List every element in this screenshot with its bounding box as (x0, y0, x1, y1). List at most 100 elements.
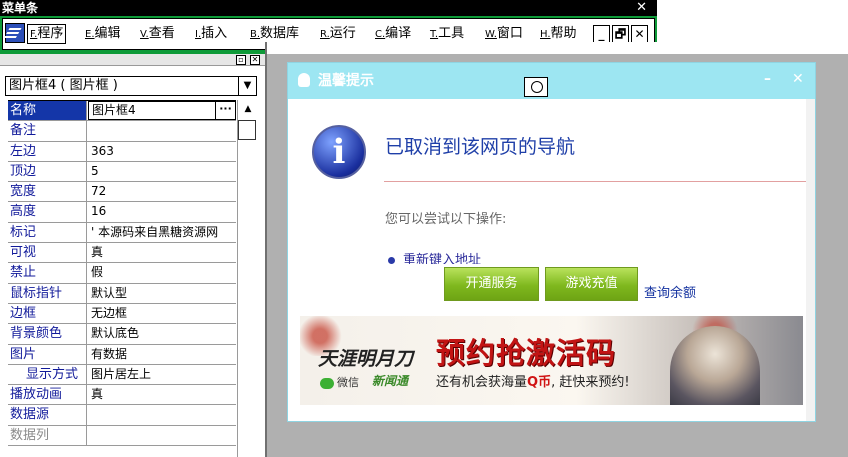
property-value[interactable]: 363 (88, 142, 236, 161)
menu-edit[interactable]: E.编辑 (83, 24, 123, 44)
property-row-visible[interactable]: 可视 真 (8, 243, 236, 264)
game-recharge-button[interactable]: 游戏充值 (545, 267, 638, 301)
info-icon: i (312, 125, 366, 179)
property-name: 宽度 (8, 182, 87, 202)
property-value[interactable]: ' 本源码来自黑糖资源网 (88, 223, 236, 242)
game-logo: 天涯明月刀 (318, 348, 414, 370)
property-value[interactable]: 有数据 (88, 345, 236, 364)
property-row-display-mode[interactable]: 显示方式 图片居左上 (8, 364, 236, 386)
tip-dialog: 温馨提示 – ✕ i 已取消到该网页的导航 您可以尝试以下操作: 重新键入地址 … (287, 62, 816, 422)
property-value[interactable]: 真 (88, 385, 236, 404)
property-row-remark[interactable]: 备注 (8, 121, 236, 142)
property-value[interactable]: 5 (88, 162, 236, 181)
menu-insert[interactable]: I.插入 (193, 24, 229, 44)
query-balance-link[interactable]: 查询余额 (644, 285, 696, 303)
alarm-clock-icon (524, 77, 548, 97)
property-row-top[interactable]: 顶边 5 (8, 161, 236, 183)
property-name: 显示方式 (8, 364, 87, 385)
dialog-titlebar[interactable]: 温馨提示 – ✕ (288, 63, 815, 99)
property-name: 标记 (8, 222, 87, 243)
wechat-icon (320, 377, 334, 389)
object-selector[interactable]: 图片框4 ( 图片框 ) ▼ (5, 76, 257, 96)
property-scrollbar[interactable]: ▲ (237, 100, 257, 457)
property-name: 图片 (8, 344, 87, 364)
open-service-button[interactable]: 开通服务 (444, 267, 539, 301)
property-row-name[interactable]: 名称 图片框4 ··· (8, 101, 236, 122)
bullet-icon (388, 257, 395, 264)
app-menu-icon[interactable] (5, 23, 25, 43)
property-name: 名称 (8, 101, 87, 121)
property-grid: 名称 图片框4 ··· 备注 左边 363 顶边 5 宽度 72 高度 16 标… (8, 100, 236, 447)
property-row-picture[interactable]: 图片 有数据 (8, 344, 236, 365)
pin-icon[interactable]: ▫ (236, 55, 246, 65)
try-actions-text: 您可以尝试以下操作: (385, 212, 507, 227)
property-value[interactable]: 72 (88, 182, 236, 201)
banner-subline: 还有机会获海量Q币, 赶快来预约! (436, 375, 630, 390)
navigation-cancelled-heading: 已取消到该网页的导航 (385, 136, 576, 158)
property-row-left[interactable]: 左边 363 (8, 141, 236, 162)
property-name: 备注 (8, 121, 87, 141)
property-row-height[interactable]: 高度 16 (8, 202, 236, 223)
property-value[interactable] (88, 426, 236, 445)
property-row-bgcolor[interactable]: 背景颜色 默认底色 (8, 324, 236, 345)
property-name: 高度 (8, 202, 87, 222)
menu-compile[interactable]: C.编译 (373, 24, 413, 44)
panel-close-icon[interactable]: ✕ (250, 55, 260, 65)
property-value[interactable]: 图片居左上 (88, 365, 236, 384)
menu-view[interactable]: V.查看 (138, 24, 177, 44)
qq-penguin-icon (298, 73, 310, 87)
ellipsis-button[interactable]: ··· (215, 102, 235, 120)
property-row-datacolumn[interactable]: 数据列 (8, 425, 236, 447)
object-selector-value: 图片框4 ( 图片框 ) (9, 78, 118, 93)
property-value[interactable]: 图片框4 ··· (88, 101, 236, 121)
property-row-cursor[interactable]: 鼠标指针 默认型 (8, 283, 236, 304)
retype-address-item[interactable]: 重新键入地址 (388, 250, 588, 264)
property-value[interactable]: 假 (88, 263, 236, 282)
property-name: 禁止 (8, 263, 87, 283)
wechat-badge: 微信 (320, 374, 359, 390)
chevron-down-icon[interactable]: ▼ (238, 77, 256, 95)
property-row-datasource[interactable]: 数据源 (8, 405, 236, 426)
property-name: 数据列 (8, 425, 87, 446)
property-panel-header: ▫ ✕ (0, 54, 265, 66)
property-value[interactable]: 默认型 (88, 284, 236, 303)
property-row-animate[interactable]: 播放动画 真 (8, 385, 236, 406)
menu-window-title: 菜单条 (2, 1, 39, 15)
property-name: 左边 (8, 141, 87, 161)
property-row-border[interactable]: 边框 无边框 (8, 303, 236, 325)
menu-database[interactable]: B.数据库 (248, 24, 301, 44)
menu-window-close-icon[interactable]: ✕ (636, 0, 647, 15)
menu-program[interactable]: F.程序 (27, 24, 67, 44)
property-row-disabled[interactable]: 禁止 假 (8, 263, 236, 284)
property-value[interactable]: 无边框 (88, 304, 236, 323)
dialog-minimize-icon[interactable]: – (764, 71, 771, 87)
property-name: 背景颜色 (8, 324, 87, 344)
property-value[interactable] (88, 405, 236, 424)
menu-tools[interactable]: T.工具 (428, 24, 466, 44)
menu-run[interactable]: R.运行 (318, 24, 358, 44)
dialog-title: 温馨提示 (318, 73, 374, 89)
property-value[interactable]: 真 (88, 243, 236, 262)
property-row-tag[interactable]: 标记 ' 本源码来自黑糖资源网 (8, 222, 236, 244)
property-value[interactable] (88, 121, 236, 140)
menu-window-titlebar[interactable]: 菜单条 ✕ (0, 0, 657, 16)
property-row-width[interactable]: 宽度 72 (8, 182, 236, 203)
dialog-scrollbar[interactable] (806, 99, 815, 421)
property-name: 播放动画 (8, 385, 87, 405)
banner-headline: 预约抢激活码 (436, 336, 617, 370)
property-value[interactable]: 默认底色 (88, 324, 236, 343)
dialog-close-icon[interactable]: ✕ (792, 71, 804, 87)
property-name: 顶边 (8, 161, 87, 182)
work-area-top-strip (267, 42, 848, 54)
retype-address-text: 重新键入地址 (403, 253, 482, 264)
ad-banner[interactable]: 天涯明月刀 微信 新闻通 预约抢激活码 还有机会获海量Q币, 赶快来预约! (300, 316, 803, 405)
menu-window[interactable]: W.窗口 (483, 24, 525, 44)
scroll-thumb[interactable] (238, 120, 256, 140)
scroll-up-icon[interactable]: ▲ (240, 102, 256, 116)
property-name: 鼠标指针 (8, 283, 87, 303)
property-name: 数据源 (8, 405, 87, 425)
property-name: 边框 (8, 303, 87, 324)
property-value[interactable]: 16 (88, 202, 236, 221)
menu-help[interactable]: H.帮助 (538, 24, 579, 44)
partner-logo: 新闻通 (372, 374, 409, 388)
